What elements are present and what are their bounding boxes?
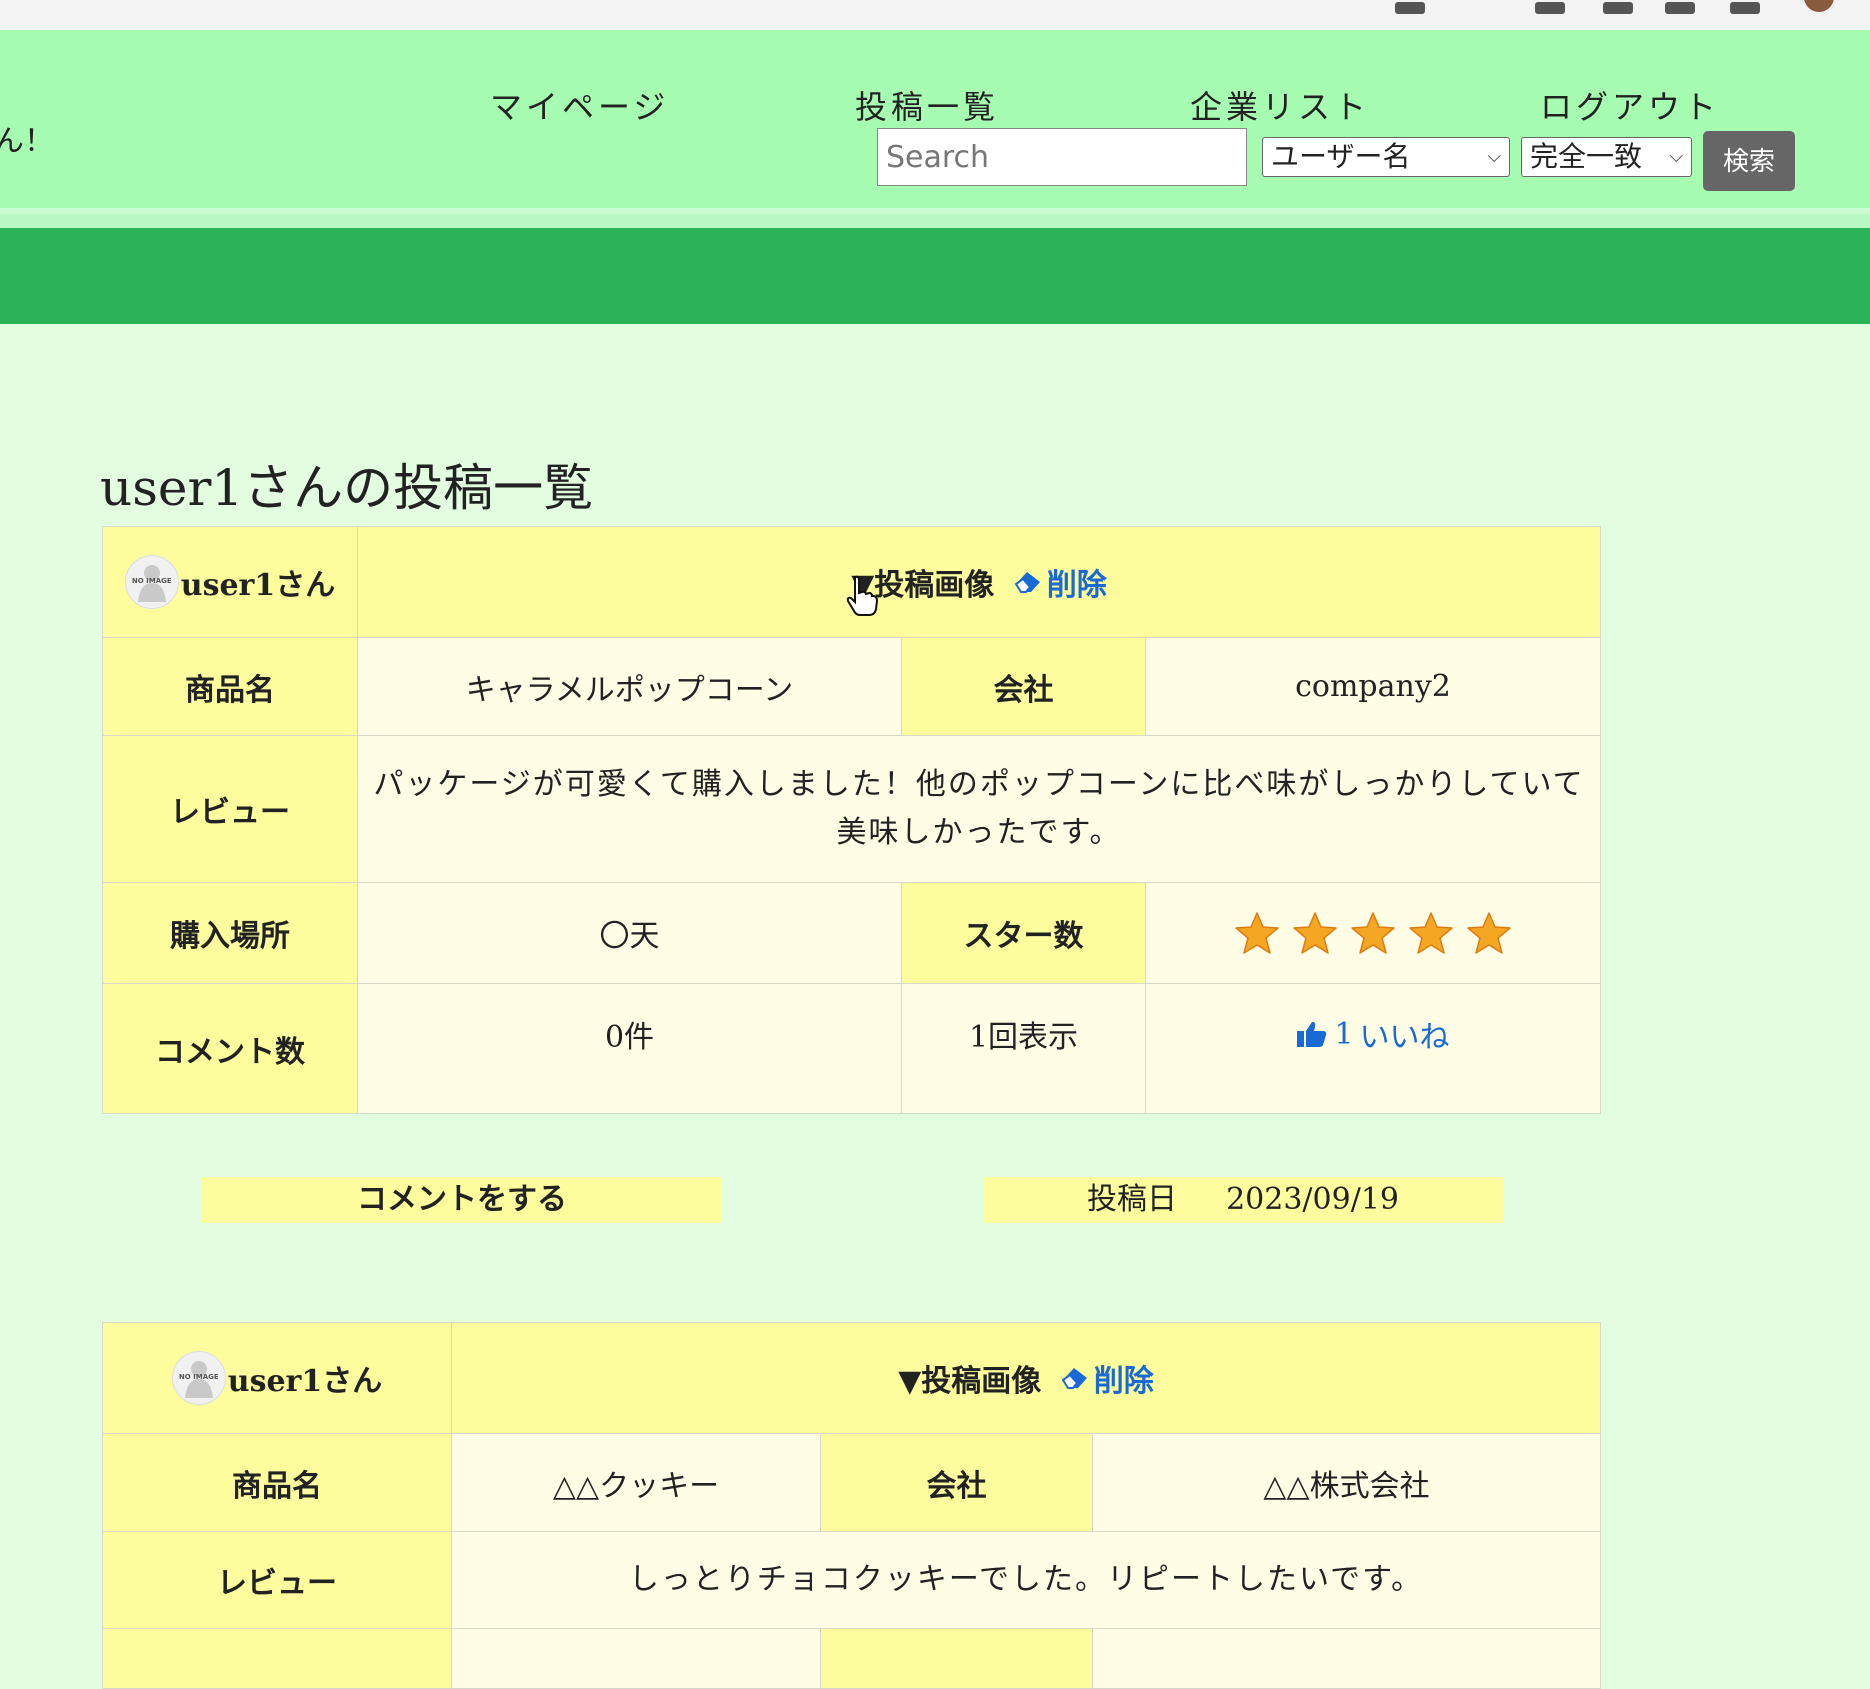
star-count-label: [820, 1628, 1093, 1689]
star-icon: [1351, 912, 1395, 954]
purchase-place-label: [102, 1628, 452, 1689]
match-type-select[interactable]: 完全一致 ⌵: [1521, 137, 1692, 177]
star-rating: [1144, 882, 1602, 984]
browser-extension-icon[interactable]: [1535, 2, 1565, 14]
post-username: user1さん: [227, 1364, 383, 1399]
star-icon: [1293, 912, 1337, 954]
post-date-label: 投稿日: [1086, 1182, 1177, 1217]
header-divider: [0, 214, 1870, 228]
browser-close-icon[interactable]: [1455, 2, 1485, 14]
company-value: company2: [1144, 637, 1602, 736]
review-label: レビュー: [102, 735, 358, 883]
browser-tab-icon[interactable]: [1665, 2, 1695, 14]
delete-button[interactable]: 削除: [1013, 560, 1107, 604]
post-image-header: ▼投稿画像 削除: [356, 526, 1602, 638]
post-user-cell: NO IMAGE user1さん: [102, 526, 358, 638]
match-type-value: 完全一致: [1530, 140, 1643, 173]
eraser-icon: [1014, 572, 1040, 593]
comment-count-value: 0件: [357, 983, 902, 1114]
nav-post-list[interactable]: 投稿一覧: [855, 82, 999, 128]
delete-label: 削除: [1046, 568, 1107, 603]
search-input[interactable]: [877, 128, 1247, 186]
eraser-icon: [1061, 1368, 1087, 1389]
review-value: パッケージが可愛くて購入しました！他のポップコーンに比べ味がしっかりしていて美味…: [356, 735, 1602, 883]
chevron-down-icon: ⌵: [1669, 146, 1683, 167]
post-user-cell: NO IMAGE user1さん: [102, 1322, 452, 1434]
review-label: レビュー: [102, 1531, 452, 1629]
product-label: 商品名: [102, 637, 358, 736]
comment-button[interactable]: コメントをする: [202, 1177, 722, 1223]
browser-sidebar-icon[interactable]: [1730, 2, 1760, 14]
nav-logout[interactable]: ログアウト: [1540, 82, 1720, 128]
review-value: しっとりチョコクッキーでした。リピートしたいです。: [450, 1531, 1602, 1629]
post-date: 投稿日 2023/09/19: [983, 1177, 1503, 1223]
search-type-value: ユーザー名: [1271, 140, 1411, 173]
purchase-place-label: 購入場所: [102, 882, 358, 984]
product-value: △△クッキー: [451, 1433, 821, 1532]
nav-company-list[interactable]: 企業リスト: [1190, 82, 1370, 128]
company-label: 会社: [820, 1433, 1093, 1532]
like-cell: 1 いいね: [1144, 983, 1602, 1114]
avatar: NO IMAGE: [171, 1351, 226, 1405]
thumbs-up-icon: [1297, 1021, 1327, 1047]
greeting-text: ん！: [0, 124, 54, 159]
post-card: NO IMAGE user1さん ▼投稿画像 削除 商品名 △△クッキー 会社 …: [102, 1322, 1602, 1689]
page-title: user1さんの投稿一覧: [100, 459, 594, 517]
image-toggle[interactable]: ▼投稿画像: [898, 1356, 1041, 1400]
like-button[interactable]: 1 いいね: [1296, 1012, 1450, 1056]
delete-button[interactable]: 削除: [1060, 1356, 1154, 1400]
browser-toolbar-icon[interactable]: [1395, 2, 1425, 14]
view-count-value: 1回表示: [901, 983, 1146, 1114]
star-rating: [1091, 1628, 1602, 1689]
nav-mypage[interactable]: マイページ: [490, 82, 669, 128]
avatar: NO IMAGE: [124, 555, 179, 609]
product-value: キャラメルポップコーン: [357, 637, 902, 736]
search-button[interactable]: 検索: [1703, 131, 1795, 191]
post-image-header: ▼投稿画像 削除: [450, 1322, 1602, 1434]
product-label: 商品名: [102, 1433, 452, 1532]
star-icon: [1467, 912, 1511, 954]
like-label: いいね: [1359, 1020, 1450, 1055]
browser-puzzle-icon[interactable]: [1603, 2, 1633, 14]
site-header: ん！ マイページ 投稿一覧 企業リスト ログアウト ユーザー名 ⌵ 完全一致 ⌵…: [0, 30, 1870, 208]
green-banner: [0, 228, 1870, 324]
browser-profile-avatar[interactable]: [1804, 0, 1834, 12]
purchase-place-value: 〇天: [357, 882, 902, 984]
chevron-down-icon: ⌵: [1487, 146, 1501, 167]
star-count-label: スター数: [901, 882, 1146, 984]
post-date-value: 2023/09/19: [1226, 1182, 1399, 1217]
company-value: △△株式会社: [1091, 1433, 1602, 1532]
browser-toolbar-strip: [0, 0, 1870, 31]
purchase-place-value: [451, 1628, 821, 1689]
like-count: 1: [1334, 1016, 1354, 1052]
delete-label: 削除: [1093, 1364, 1154, 1399]
company-label: 会社: [901, 637, 1146, 736]
comment-count-label: コメント数: [102, 983, 358, 1114]
star-icon: [1235, 912, 1279, 954]
post-username: user1さん: [180, 568, 336, 603]
star-icon: [1409, 912, 1453, 954]
star-rating-icons: [1156, 911, 1590, 955]
hand-pointer-icon: [846, 575, 879, 616]
search-type-select[interactable]: ユーザー名 ⌵: [1262, 137, 1510, 177]
